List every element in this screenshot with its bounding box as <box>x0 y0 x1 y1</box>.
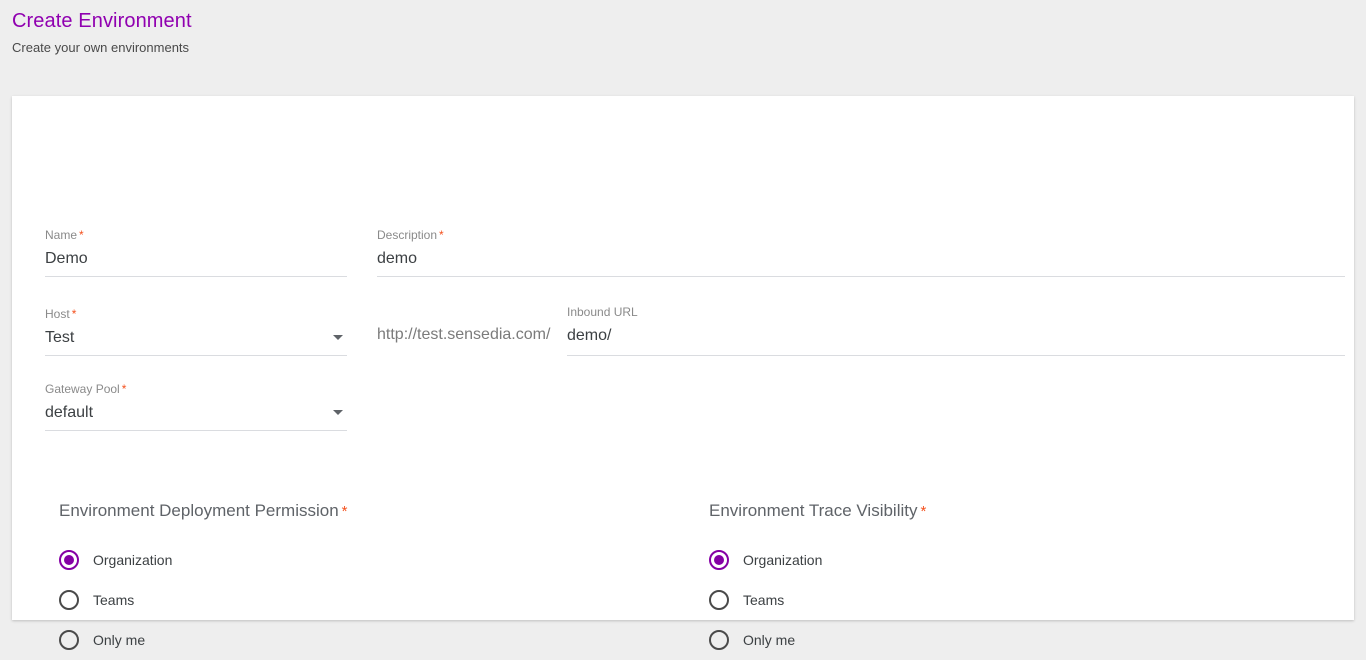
inbound-url-input[interactable]: demo/ <box>567 319 1345 347</box>
page-header: Create Environment Create your own envir… <box>12 0 612 56</box>
name-input[interactable]: Demo <box>45 242 347 270</box>
required-asterisk: * <box>77 228 84 242</box>
trace-visibility-options: Organization Teams Only me <box>709 523 1189 660</box>
description-field[interactable]: Description* demo <box>377 228 1345 277</box>
radio-unselected-icon[interactable] <box>59 630 79 650</box>
radio-deployment-organization[interactable]: Organization <box>59 540 539 580</box>
chevron-down-icon[interactable] <box>333 335 343 340</box>
required-asterisk: * <box>437 228 444 242</box>
required-asterisk: * <box>339 503 348 520</box>
gateway-pool-selected-value[interactable]: default <box>45 396 347 424</box>
gateway-pool-select[interactable]: Gateway Pool* default <box>45 382 347 431</box>
radio-unselected-icon[interactable] <box>59 590 79 610</box>
inbound-url-label-text: Inbound URL <box>567 305 638 319</box>
radio-trace-teams[interactable]: Teams <box>709 580 1189 620</box>
gateway-pool-label-text: Gateway Pool <box>45 382 120 396</box>
description-field-label: Description* <box>377 228 1345 242</box>
required-asterisk: * <box>120 382 127 396</box>
deployment-permission-title: Environment Deployment Permission* <box>59 500 539 523</box>
host-select[interactable]: Host* Test <box>45 307 347 356</box>
host-label-text: Host <box>45 307 70 321</box>
gateway-pool-field-underline <box>45 430 347 431</box>
radio-label: Organization <box>93 551 172 569</box>
gateway-pool-field-label: Gateway Pool* <box>45 382 347 396</box>
name-field[interactable]: Name* Demo <box>45 228 347 277</box>
page-subtitle: Create your own environments <box>12 33 612 56</box>
inbound-url-field-label: Inbound URL <box>567 305 1345 319</box>
required-asterisk: * <box>918 503 927 520</box>
inbound-url-field[interactable]: Inbound URL demo/ <box>567 305 1345 356</box>
host-selected-value[interactable]: Test <box>45 321 347 349</box>
radio-label: Organization <box>743 551 822 569</box>
radio-trace-only-me[interactable]: Only me <box>709 620 1189 660</box>
radio-deployment-only-me[interactable]: Only me <box>59 620 539 660</box>
description-input[interactable]: demo <box>377 242 1345 270</box>
name-field-label: Name* <box>45 228 347 242</box>
deployment-permission-title-text: Environment Deployment Permission <box>59 501 339 520</box>
required-asterisk: * <box>70 307 77 321</box>
radio-selected-icon[interactable] <box>709 550 729 570</box>
radio-deployment-teams[interactable]: Teams <box>59 580 539 620</box>
inbound-url-field-underline <box>567 355 1345 356</box>
name-label-text: Name <box>45 228 77 242</box>
trace-visibility-group: Environment Trace Visibility* Organizati… <box>709 500 1189 660</box>
radio-label: Only me <box>743 631 795 649</box>
radio-label: Only me <box>93 631 145 649</box>
inbound-url-prefix: http://test.sensedia.com/ <box>377 324 550 346</box>
name-field-underline <box>45 276 347 277</box>
deployment-permission-options: Organization Teams Only me <box>59 523 539 660</box>
radio-selected-icon[interactable] <box>59 550 79 570</box>
trace-visibility-title: Environment Trace Visibility* <box>709 500 1189 523</box>
chevron-down-icon[interactable] <box>333 410 343 415</box>
description-label-text: Description <box>377 228 437 242</box>
radio-trace-organization[interactable]: Organization <box>709 540 1189 580</box>
radio-label: Teams <box>743 591 784 609</box>
create-environment-card: Name* Demo Description* demo Host* Test … <box>12 96 1354 620</box>
description-field-underline <box>377 276 1345 277</box>
page-title: Create Environment <box>12 0 612 33</box>
radio-unselected-icon[interactable] <box>709 630 729 650</box>
host-field-underline <box>45 355 347 356</box>
trace-visibility-title-text: Environment Trace Visibility <box>709 501 918 520</box>
host-field-label: Host* <box>45 307 347 321</box>
radio-unselected-icon[interactable] <box>709 590 729 610</box>
radio-label: Teams <box>93 591 134 609</box>
deployment-permission-group: Environment Deployment Permission* Organ… <box>59 500 539 660</box>
